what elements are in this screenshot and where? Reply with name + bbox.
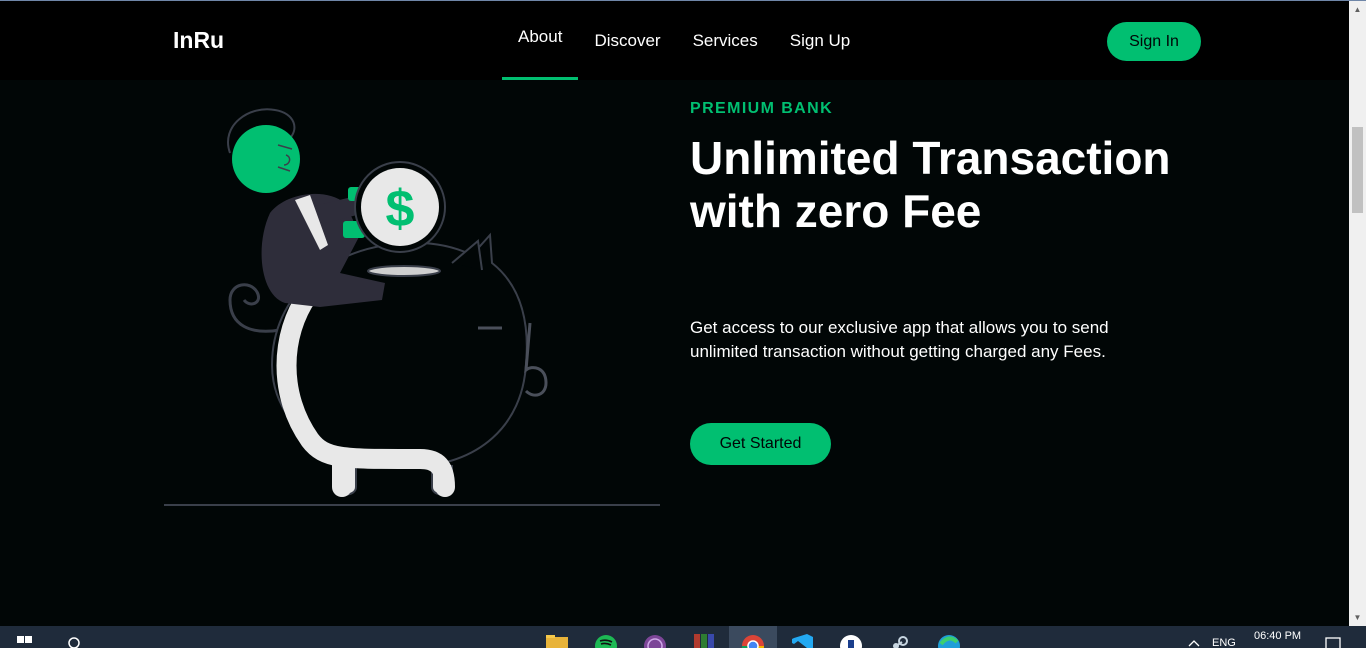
nav-menu: About Discover Services Sign Up — [502, 1, 866, 80]
winrar-icon[interactable] — [692, 626, 716, 648]
clock-time[interactable]: 06:40 PM — [1254, 630, 1301, 642]
nav-link-label: About — [518, 27, 563, 46]
sign-in-button[interactable]: Sign In — [1107, 22, 1201, 61]
get-started-button[interactable]: Get Started — [690, 423, 831, 465]
windows-taskbar: ENG 06:40 PM — [0, 626, 1366, 648]
language-indicator[interactable]: ENG — [1212, 637, 1236, 648]
spotify-icon[interactable] — [594, 626, 618, 648]
edge-icon[interactable] — [937, 626, 961, 648]
navbar: InRu About Discover Services Sign Up Sig… — [0, 1, 1349, 80]
hero-topline: PREMIUM BANK — [690, 100, 834, 117]
tor-browser-icon[interactable] — [643, 626, 667, 648]
scroll-up-arrow-icon[interactable]: ▲ — [1349, 1, 1366, 18]
coin-dollar-sign: $ — [386, 180, 415, 238]
search-icon[interactable] — [64, 626, 84, 648]
vscode-icon[interactable] — [790, 626, 814, 648]
coin-slot — [367, 265, 441, 277]
scroll-down-arrow-icon[interactable]: ▼ — [1349, 609, 1366, 626]
nav-link-about[interactable]: About — [502, 1, 579, 80]
steam-icon[interactable] — [888, 626, 912, 648]
windows-start-icon[interactable] — [14, 626, 34, 648]
piggy-bank-illustration: $ — [164, 108, 660, 506]
hero-heading: Unlimited Transaction with zero Fee — [690, 132, 1171, 237]
page-scrollbar[interactable]: ▲ ▼ — [1349, 1, 1366, 626]
app-icon[interactable] — [839, 626, 863, 648]
nav-link-label: Discover — [594, 30, 661, 50]
notifications-icon[interactable] — [1324, 626, 1342, 648]
logo[interactable]: InRu — [173, 27, 224, 54]
scroll-thumb[interactable] — [1352, 127, 1363, 213]
nav-link-label: Sign Up — [789, 30, 851, 50]
chrome-icon[interactable] — [741, 626, 765, 648]
nav-link-signup[interactable]: Sign Up — [774, 1, 866, 80]
nav-link-label: Services — [692, 30, 758, 50]
hero-subtitle: Get access to our exclusive app that all… — [690, 318, 1109, 361]
nav-link-services[interactable]: Services — [677, 1, 774, 80]
pig-snout — [524, 322, 548, 397]
file-explorer-icon[interactable] — [545, 626, 569, 648]
chevron-up-icon[interactable] — [1186, 626, 1202, 648]
nav-link-discover[interactable]: Discover — [578, 1, 676, 80]
